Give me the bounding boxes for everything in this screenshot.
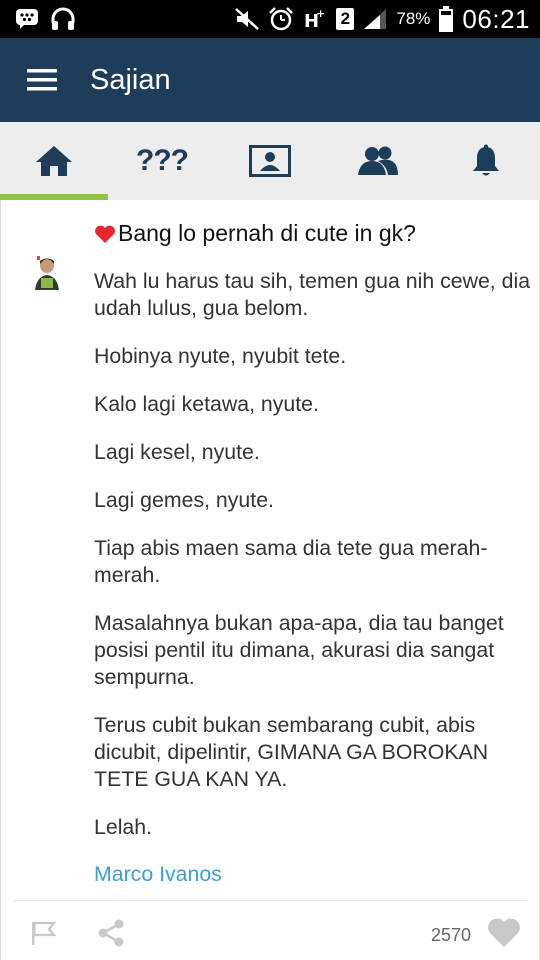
sim-slot-badge: 2 [336,8,355,30]
post-card: Bang lo pernah di cute in gk? Wah lu har… [0,200,540,960]
bell-icon [473,144,499,176]
alarm-icon [268,6,294,32]
post-paragraph: Lelah. [94,815,153,839]
friends-icon [358,146,398,175]
tab-questions-label: ??? [136,144,189,177]
like-count: 2570 [430,925,471,945]
app-title: Sajian [90,63,171,96]
post-paragraph: Tiap abis maen sama dia tete gua merah-m… [94,536,488,587]
hplus-icon: H + [302,6,328,32]
tab-questions[interactable]: ??? [108,122,216,200]
like-button[interactable] [487,917,521,949]
clock: 06:21 [462,3,530,34]
post-title: Bang lo pernah di cute in gk? [94,220,416,247]
share-icon [98,919,124,947]
battery-icon [438,6,454,32]
home-icon [36,146,72,176]
app-bar: Sajian [0,38,540,122]
post-paragraph: Lagi gemes, nyute. [94,488,274,512]
post-paragraph: Lagi kesel, nyute. [94,440,260,464]
hamburger-icon [27,69,57,91]
post-actions: 2570 [13,900,527,960]
post-paragraph: Terus cubit bukan sembarang cubit, abis … [94,713,489,791]
flag-icon [32,921,57,945]
post-paragraph: Kalo lagi ketawa, nyute. [94,392,319,416]
status-bar: H + 2 78% 06:21 [0,0,540,38]
menu-button[interactable] [14,38,70,122]
tab-friends[interactable] [324,122,432,200]
bbm-icon [14,6,40,32]
tab-profile[interactable] [216,122,324,200]
heart-icon [95,225,115,243]
svg-text:+: + [316,7,325,20]
author-link[interactable]: Marco Ivanos [94,862,222,887]
tab-notifications[interactable] [432,122,540,200]
battery-percent: 78% [396,9,431,28]
avatar[interactable] [27,244,67,296]
post-body: Wah lu harus tau sih, temen gua nih cewe… [94,268,534,862]
sim-slot-number: 2 [340,9,351,28]
profile-card-icon [249,145,291,177]
post-title-text: Bang lo pernah di cute in gk? [118,220,416,246]
report-button[interactable] [29,919,59,949]
heart-outline-icon [488,918,520,947]
tab-bar: ??? [0,122,540,200]
tab-home[interactable] [0,122,108,200]
post-paragraph: Hobinya nyute, nyubit tete. [94,344,347,368]
mute-icon [234,6,260,32]
post-paragraph: Masalahnya bukan apa-apa, dia tau banget… [94,611,504,689]
headphones-icon [50,6,76,32]
share-button[interactable] [95,917,127,949]
post-paragraph: Wah lu harus tau sih, temen gua nih cewe… [94,269,531,320]
signal-icon [362,6,388,32]
